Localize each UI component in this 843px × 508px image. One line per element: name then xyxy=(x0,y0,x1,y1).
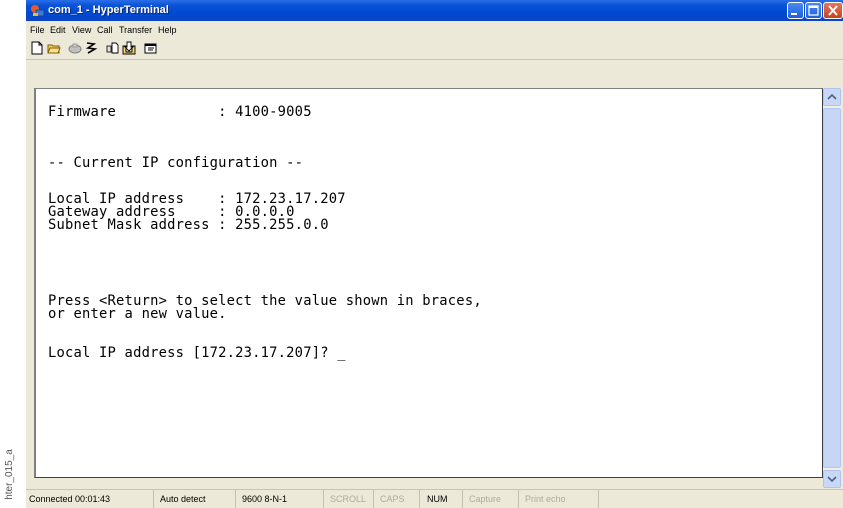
minimize-icon xyxy=(791,13,797,15)
scroll-thumb[interactable] xyxy=(823,108,841,468)
chevron-down-icon xyxy=(827,476,837,483)
chevron-up-icon xyxy=(827,93,837,100)
minimize-button[interactable] xyxy=(787,2,804,19)
status-bar: Connected 00:01:43 Auto detect 9600 8-N-… xyxy=(26,489,843,508)
menu-view[interactable]: View xyxy=(72,21,91,39)
scroll-up-button[interactable] xyxy=(823,88,841,106)
status-print-echo: Print echo xyxy=(519,490,599,508)
terminal-line: or enter a new value. xyxy=(48,306,227,322)
toolbar xyxy=(26,39,843,60)
menu-edit[interactable]: Edit xyxy=(50,21,66,39)
terminal-line: -- Current IP configuration -- xyxy=(48,155,304,171)
scroll-down-button[interactable] xyxy=(823,470,841,488)
close-icon xyxy=(828,5,838,16)
menu-help[interactable]: Help xyxy=(158,21,177,39)
window-title: com_1 - HyperTerminal xyxy=(48,4,169,16)
close-button[interactable] xyxy=(823,2,843,19)
maximize-button[interactable] xyxy=(805,2,822,19)
maximize-icon xyxy=(808,5,819,16)
side-caption: hter_015_a xyxy=(3,440,15,508)
receive-icon[interactable] xyxy=(122,41,136,55)
status-connected: Connected 00:01:43 xyxy=(26,490,154,508)
terminal-screen[interactable]: Firmware : 4100-9005 -- Current IP confi… xyxy=(34,88,823,478)
status-auto-detect: Auto detect xyxy=(154,490,236,508)
menu-bar: File Edit View Call Transfer Help xyxy=(26,21,843,39)
properties-icon[interactable] xyxy=(144,41,158,55)
send-icon[interactable] xyxy=(106,41,120,55)
new-icon[interactable] xyxy=(30,41,44,55)
hyperterminal-window: com_1 - HyperTerminal File Edit View Cal… xyxy=(26,0,843,508)
status-scroll: SCROLL xyxy=(324,490,374,508)
vertical-scrollbar[interactable] xyxy=(823,88,841,488)
menu-call[interactable]: Call xyxy=(97,21,113,39)
terminal-line: Firmware : 4100-9005 xyxy=(48,104,312,120)
status-num: NUM xyxy=(420,490,463,508)
dial-icon[interactable] xyxy=(84,41,98,55)
menu-transfer[interactable]: Transfer xyxy=(119,21,152,39)
terminal-line: Subnet Mask address : 255.255.0.0 xyxy=(48,217,329,233)
status-settings: 9600 8-N-1 xyxy=(236,490,324,508)
side-caption-text: hter_015_a xyxy=(3,448,15,500)
hyperterminal-app-icon[interactable] xyxy=(30,3,45,18)
status-caps: CAPS xyxy=(374,490,420,508)
open-icon[interactable] xyxy=(47,41,61,55)
status-capture: Capture xyxy=(463,490,519,508)
disconnect-icon[interactable] xyxy=(68,41,82,55)
terminal-prompt-line[interactable]: Local IP address [172.23.17.207]? _ xyxy=(48,346,346,361)
title-bar[interactable]: com_1 - HyperTerminal xyxy=(26,0,843,21)
menu-file[interactable]: File xyxy=(30,21,45,39)
